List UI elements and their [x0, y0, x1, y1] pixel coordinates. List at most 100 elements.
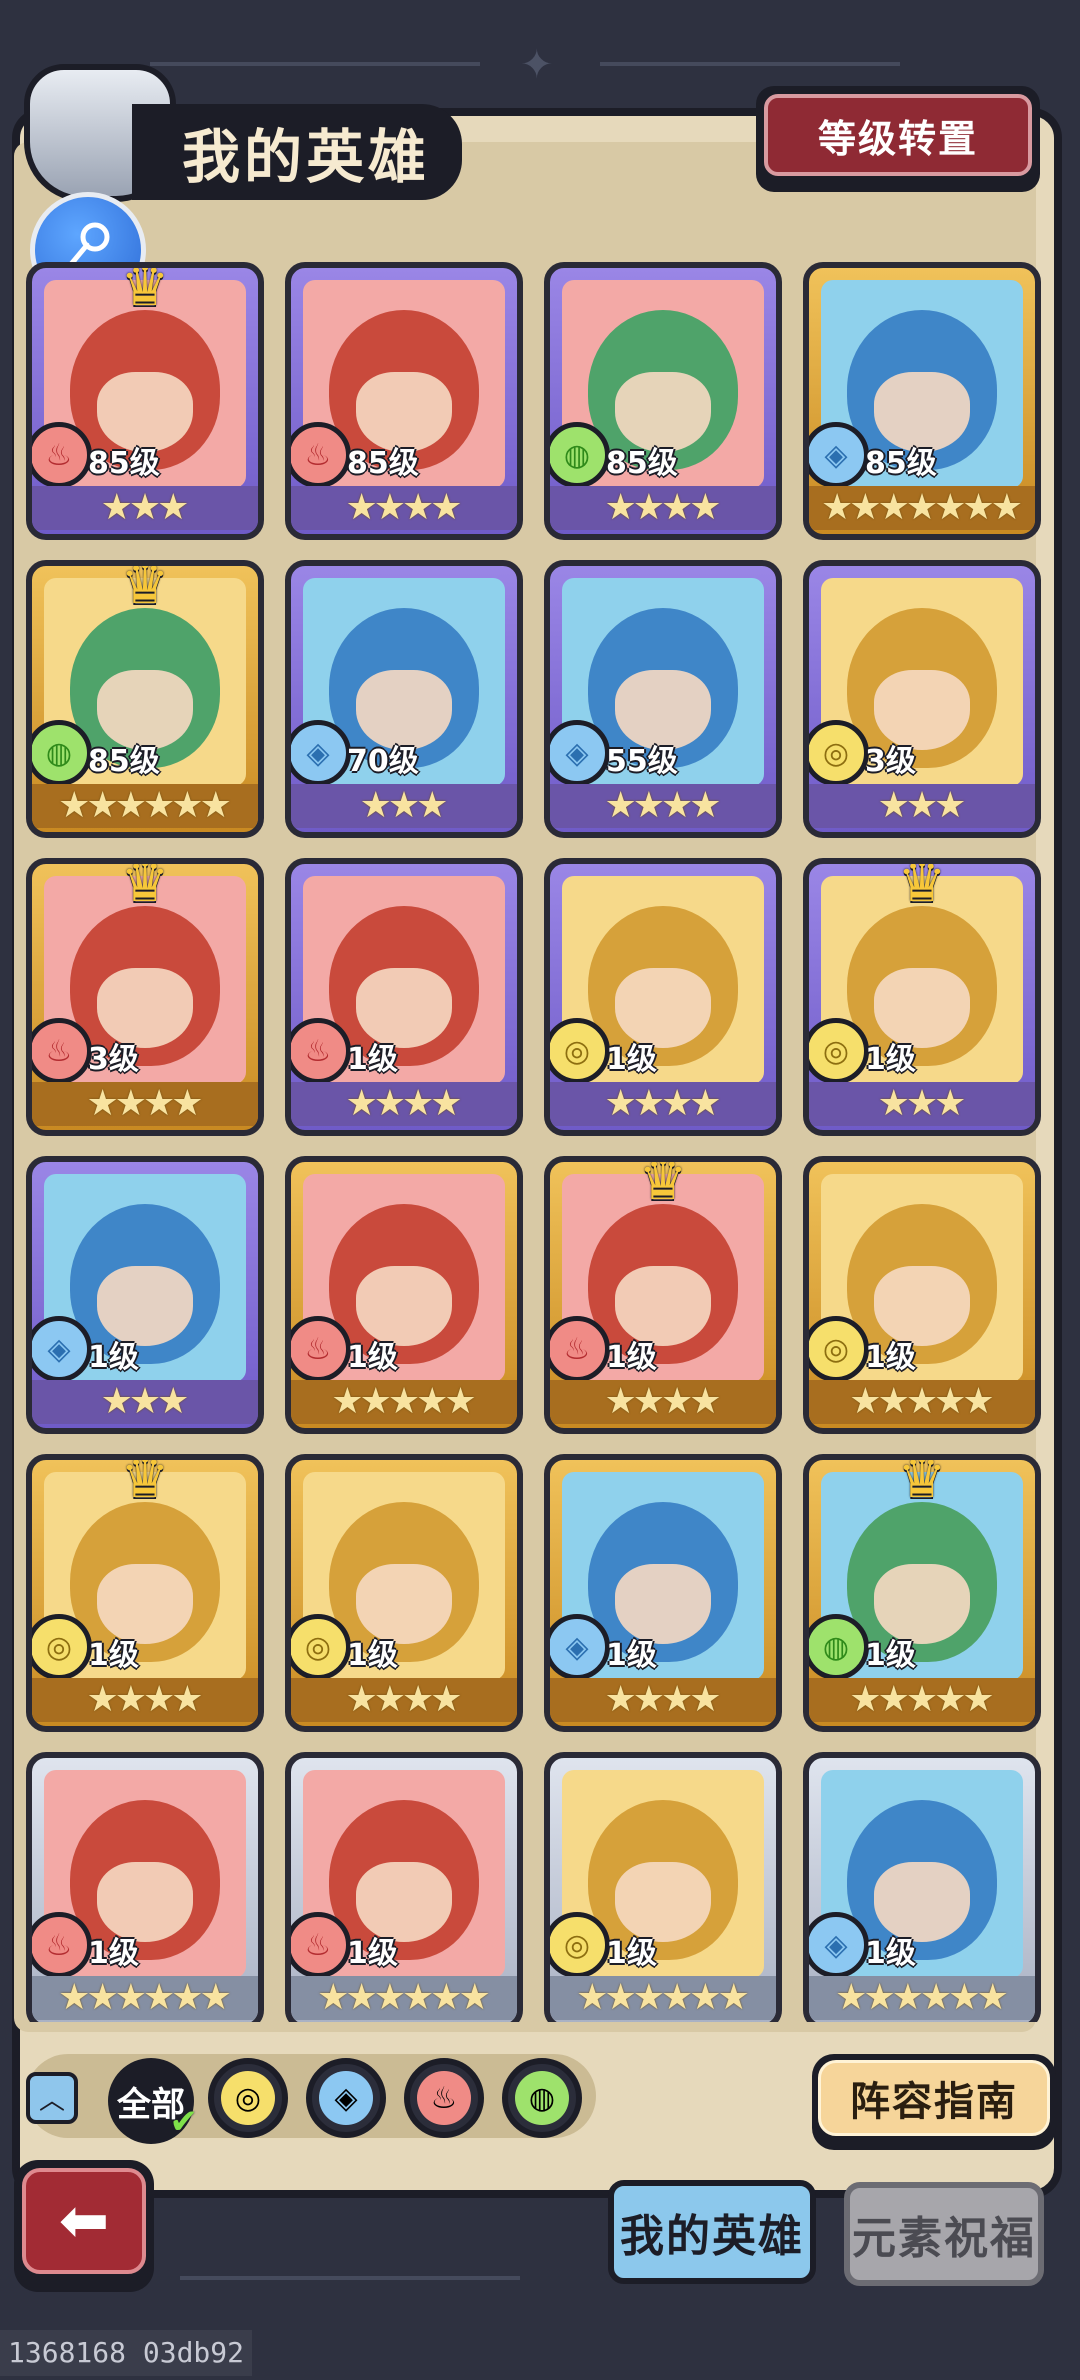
hero-card[interactable]: ◈ 1级 ★ ★ ★ ★ ★ ★ — [803, 1752, 1041, 2022]
collapse-button[interactable]: ︿ — [26, 2072, 78, 2124]
hero-card[interactable]: ♛ ♨ 85级 ★ ★ ★ — [26, 262, 264, 540]
star-icon: ★ — [171, 1679, 204, 1720]
star-icon: ★ — [717, 1977, 750, 2018]
hero-card[interactable]: ♨ 1级 ★ ★ ★ ★ ★ ★ — [285, 1752, 523, 2022]
back-arrow-icon: ⬅ — [22, 2168, 146, 2274]
hero-card[interactable]: ♛ ◎ 1级 ★ ★ ★ — [803, 858, 1041, 1136]
filter-wind-button[interactable]: ◍ — [502, 2058, 582, 2138]
star-icon: ★ — [416, 785, 449, 826]
hero-card[interactable]: ◎ 1级 ★ ★ ★ ★ ★ ★ — [544, 1752, 782, 2022]
level-transfer-button[interactable]: 等级转置 — [756, 86, 1040, 192]
page-title: 我的英雄 — [182, 123, 431, 191]
star-rating: ★ ★ ★ ★ — [291, 1678, 517, 1722]
flame-icon: ♨ — [291, 1912, 351, 1978]
hero-card[interactable]: ◎ 3级 ★ ★ ★ — [803, 560, 1041, 838]
droplet-icon: ◈ — [291, 720, 351, 786]
star-rating: ★ ★ ★ — [291, 784, 517, 828]
star-icon: ★ — [962, 1381, 995, 1422]
hero-card[interactable]: ◈ 70级 ★ ★ ★ — [285, 560, 523, 838]
star-rating: ★ ★ ★ ★ ★ — [809, 1380, 1035, 1424]
hero-level: 85级 — [88, 744, 160, 779]
hero-level: 1级 — [865, 1042, 916, 1077]
star-icon: ★ — [430, 1083, 463, 1124]
crown-icon: ♛ — [120, 1454, 170, 1510]
hero-level: 1级 — [606, 1638, 657, 1673]
hero-card[interactable]: ◎ 1级 ★ ★ ★ ★ ★ — [803, 1156, 1041, 1434]
flame-icon: ♨ — [32, 422, 92, 488]
tab-element-blessing[interactable]: 元素祝福 — [844, 2182, 1044, 2286]
star-rating: ★ ★ ★ — [809, 1082, 1035, 1126]
hero-card[interactable]: ◎ 1级 ★ ★ ★ ★ — [285, 1454, 523, 1732]
hero-card[interactable]: ◎ 1级 ★ ★ ★ ★ — [544, 858, 782, 1136]
level-transfer-label: 等级转置 — [764, 94, 1032, 176]
hero-card[interactable]: ♨ 1级 ★ ★ ★ ★ ★ — [285, 1156, 523, 1434]
star-rating: ★ ★ ★ ★ ★ ★ — [291, 1976, 517, 2020]
droplet-icon: ◈ — [32, 1316, 92, 1382]
crown-icon: ♛ — [897, 1454, 947, 1510]
star-icon: ★ — [934, 1083, 967, 1124]
title-block: 我的英雄 — [24, 64, 462, 308]
hero-level: 70级 — [347, 744, 419, 779]
flame-icon: ♨ — [550, 1316, 610, 1382]
filter-fire-button[interactable]: ♨ — [404, 2058, 484, 2138]
star-rating: ★ ★ ★ — [32, 1380, 258, 1424]
star-rating: ★ ★ ★ ★ — [291, 486, 517, 530]
hero-level: 1级 — [347, 1042, 398, 1077]
star-rating: ★ ★ ★ ★ ★ ★ — [809, 1976, 1035, 2020]
filter-water-button[interactable]: ◈ — [306, 2058, 386, 2138]
hero-card[interactable]: ◈ 1级 ★ ★ ★ — [26, 1156, 264, 1434]
star-icon: ★ — [689, 1083, 722, 1124]
flame-icon: ♨ — [291, 422, 351, 488]
hero-card[interactable]: ◈ 85级 ★ ★ ★ ★ ★ ★ ★ — [803, 262, 1041, 540]
back-button[interactable]: ⬅ — [14, 2160, 154, 2292]
earth-swirl-icon: ◎ — [291, 1614, 351, 1680]
star-rating: ★ ★ ★ — [32, 486, 258, 530]
hero-level: 1级 — [606, 1340, 657, 1375]
star-icon: ★ — [430, 1679, 463, 1720]
hero-level: 1级 — [347, 1340, 398, 1375]
earth-swirl-icon: ◎ — [550, 1018, 610, 1084]
hero-level: 85级 — [865, 446, 937, 481]
hero-level: 85级 — [88, 446, 160, 481]
lineup-guide-label: 阵容指南 — [818, 2060, 1050, 2136]
hero-level: 1级 — [865, 1340, 916, 1375]
star-rating: ★ ★ ★ ★ — [550, 1082, 776, 1126]
hero-level: 3级 — [865, 744, 916, 779]
hero-card[interactable]: ♛ ♨ 1级 ★ ★ ★ ★ — [544, 1156, 782, 1434]
star-icon: ★ — [199, 785, 232, 826]
hero-card[interactable]: ◈ 1级 ★ ★ ★ ★ — [544, 1454, 782, 1732]
hero-card[interactable]: ♛ ♨ 3级 ★ ★ ★ ★ — [26, 858, 264, 1136]
hero-card[interactable]: ♛ ◍ 1级 ★ ★ ★ ★ ★ — [803, 1454, 1041, 1732]
star-icon: ★ — [199, 1977, 232, 2018]
lineup-guide-button[interactable]: 阵容指南 — [812, 2054, 1056, 2150]
hero-card[interactable]: ♨ 85级 ★ ★ ★ ★ — [285, 262, 523, 540]
flame-icon: ♨ — [32, 1018, 92, 1084]
star-icon: ★ — [444, 1381, 477, 1422]
star-rating: ★ ★ ★ ★ — [550, 486, 776, 530]
star-rating: ★ ★ ★ ★ — [32, 1082, 258, 1126]
tab-my-heroes[interactable]: 我的英雄 — [608, 2180, 816, 2284]
earth-swirl-icon: ◎ — [809, 1316, 869, 1382]
star-rating: ★ ★ ★ ★ ★ ★ ★ — [809, 486, 1035, 530]
star-rating: ★ ★ ★ ★ ★ — [291, 1380, 517, 1424]
star-rating: ★ ★ ★ ★ — [550, 784, 776, 828]
star-rating: ★ ★ ★ ★ — [291, 1082, 517, 1126]
star-icon: ★ — [430, 487, 463, 528]
hero-level: 3级 — [88, 1042, 139, 1077]
hero-card[interactable]: ♛ ◎ 1级 ★ ★ ★ ★ — [26, 1454, 264, 1732]
star-icon: ★ — [990, 487, 1023, 528]
earth-swirl-icon: ◎ — [809, 720, 869, 786]
flame-icon: ♨ — [291, 1316, 351, 1382]
hero-card[interactable]: ◍ 85级 ★ ★ ★ ★ — [544, 262, 782, 540]
hero-card[interactable]: ◈ 55级 ★ ★ ★ ★ — [544, 560, 782, 838]
top-divider-right — [600, 62, 900, 66]
bottom-divider — [180, 2276, 520, 2280]
star-icon: ★ — [934, 785, 967, 826]
hero-card[interactable]: ♨ 1级 ★ ★ ★ ★ ★ ★ — [26, 1752, 264, 2022]
droplet-icon: ◈ — [550, 1614, 610, 1680]
filter-earth-button[interactable]: ◎ — [208, 2058, 288, 2138]
filter-all-button[interactable]: 全部 ✔ — [108, 2058, 198, 2144]
earth-swirl-icon: ◎ — [550, 1912, 610, 1978]
hero-card[interactable]: ♛ ◍ 85级 ★ ★ ★ ★ ★ ★ — [26, 560, 264, 838]
hero-card[interactable]: ♨ 1级 ★ ★ ★ ★ — [285, 858, 523, 1136]
